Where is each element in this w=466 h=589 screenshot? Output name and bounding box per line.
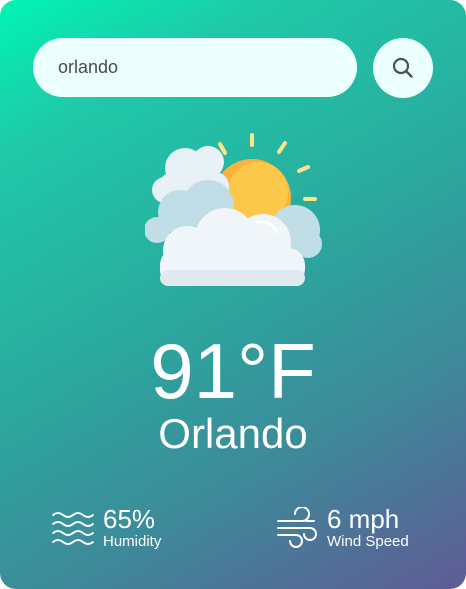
- humidity-stat: 65% Humidity: [52, 505, 161, 551]
- humidity-label: Humidity: [103, 533, 162, 550]
- wind-label: Wind Speed: [327, 533, 409, 550]
- wind-icon: [277, 507, 317, 548]
- search-button[interactable]: [373, 38, 433, 98]
- search-input[interactable]: [55, 57, 335, 78]
- partly-cloudy-icon: [145, 133, 322, 286]
- search-box[interactable]: [33, 38, 357, 97]
- weather-card: 91°F Orlando 65% Humidity 6 mph: [0, 0, 466, 589]
- search-icon: [392, 57, 413, 78]
- wind-stat: 6 mph Wind Speed: [276, 505, 409, 551]
- temperature: 91°F: [150, 327, 316, 415]
- wind-value: 6 mph: [327, 504, 400, 534]
- humidity-waves-icon: [52, 512, 94, 545]
- city-name: Orlando: [158, 410, 308, 457]
- humidity-value: 65%: [103, 504, 156, 534]
